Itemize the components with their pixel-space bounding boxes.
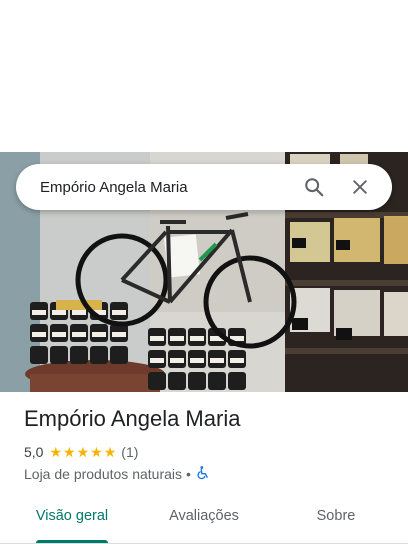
tab-overview[interactable]: Visão geral [24, 490, 120, 542]
separator-dot: • [186, 466, 191, 482]
tab-reviews[interactable]: Avaliações [154, 490, 254, 542]
star-icon: ★ [63, 444, 76, 460]
category-row: Loja de produtos naturais • [24, 465, 210, 483]
close-icon[interactable] [342, 169, 378, 205]
search-bar[interactable]: Empório Angela Maria [16, 164, 392, 210]
review-count[interactable]: (1) [121, 444, 138, 460]
place-details-page: Empório Angela Maria Empório Angela Mari… [0, 0, 408, 544]
star-icon: ★ [76, 444, 90, 460]
rating-value: 5,0 [24, 444, 44, 460]
rating-row[interactable]: 5,0 ★ ★ ★ ★ ★ (1) [24, 444, 138, 460]
star-icon: ★ [90, 444, 103, 460]
wheelchair-icon [196, 465, 210, 483]
place-category: Loja de produtos naturais [24, 466, 182, 482]
tab-about[interactable]: Sobre [296, 490, 376, 542]
place-name: Empório Angela Maria [24, 406, 241, 431]
active-tab-indicator [36, 540, 108, 543]
map-blank-area[interactable] [0, 0, 408, 152]
place-tabs: Visão geral Avaliações Sobre [0, 490, 408, 544]
star-icon: ★ [103, 444, 117, 460]
rating-stars: ★ ★ ★ ★ ★ [49, 445, 117, 459]
star-icon: ★ [49, 444, 63, 460]
search-input[interactable]: Empório Angela Maria [40, 179, 286, 196]
search-icon[interactable] [296, 169, 332, 205]
